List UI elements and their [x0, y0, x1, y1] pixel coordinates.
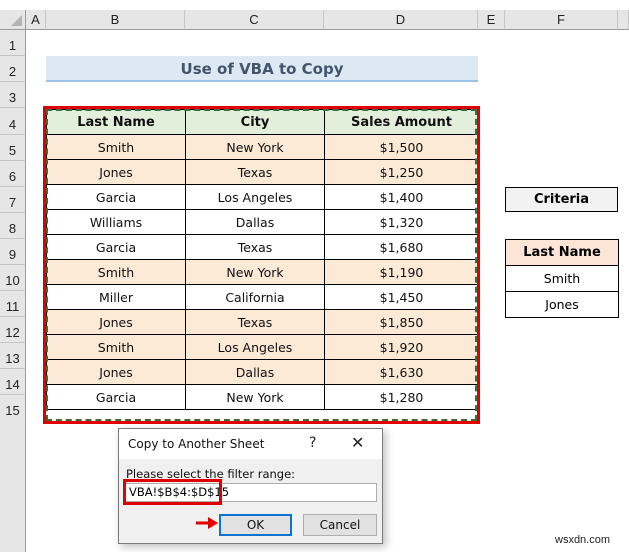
column-header-b[interactable]: B [46, 10, 185, 30]
row-header-filler [0, 420, 26, 552]
row-header-11[interactable]: 11 [0, 291, 26, 317]
cancel-button[interactable]: Cancel [303, 514, 377, 536]
row-header-15[interactable]: 15 [0, 395, 26, 421]
cell-city[interactable]: Los Angeles [185, 334, 325, 360]
table-row: Garcia New York $1,280 [46, 384, 479, 410]
column-header-c[interactable]: C [185, 10, 324, 30]
ok-button[interactable]: OK [219, 514, 292, 536]
cell-last-name[interactable]: Jones [46, 309, 186, 335]
cell-last-name[interactable]: Garcia [46, 234, 186, 260]
help-icon[interactable]: ? [309, 435, 316, 451]
sheet-title: Use of VBA to Copy [46, 56, 478, 82]
criteria-value[interactable]: Smith [505, 265, 619, 292]
header-sales-amount[interactable]: Sales Amount [324, 109, 479, 135]
row-header-1[interactable]: 1 [0, 30, 26, 56]
cell-sales-amount[interactable]: $1,630 [324, 359, 479, 385]
row-header-12[interactable]: 12 [0, 317, 26, 343]
table-row: Smith New York $1,500 [46, 134, 479, 160]
table-row: Jones Texas $1,850 [46, 309, 479, 335]
select-all-corner[interactable] [0, 10, 26, 30]
row-header-10[interactable]: 10 [0, 265, 26, 291]
row-header-3[interactable]: 3 [0, 82, 26, 108]
row-header-6[interactable]: 6 [0, 161, 26, 187]
cell-city[interactable]: Dallas [185, 359, 325, 385]
close-icon[interactable]: ✕ [351, 433, 364, 452]
row-header-8[interactable]: 8 [0, 213, 26, 239]
cell-last-name[interactable]: Smith [46, 134, 186, 160]
table-row: Williams Dallas $1,320 [46, 209, 479, 235]
cell-sales-amount[interactable]: $1,500 [324, 134, 479, 160]
filter-range-input[interactable]: VBA!$B$4:$D$15 [125, 483, 377, 502]
row-header-13[interactable]: 13 [0, 343, 26, 369]
cell-sales-amount[interactable]: $1,190 [324, 259, 479, 285]
cell-sales-amount[interactable]: $1,450 [324, 284, 479, 310]
criteria-header[interactable]: Last Name [505, 239, 619, 266]
table-row: Garcia Los Angeles $1,400 [46, 184, 479, 210]
table-row: Jones Dallas $1,630 [46, 359, 479, 385]
row-header-2[interactable]: 2 [0, 56, 26, 82]
criteria-value[interactable]: Jones [505, 291, 619, 318]
row-header-9[interactable]: 9 [0, 239, 26, 265]
cell-last-name[interactable]: Garcia [46, 384, 186, 410]
table-row: Garcia Texas $1,680 [46, 234, 479, 260]
row-header-14[interactable]: 14 [0, 369, 26, 395]
column-header-f[interactable]: F [505, 10, 618, 30]
column-header-d[interactable]: D [324, 10, 478, 30]
row-header-4[interactable]: 4 [0, 108, 26, 135]
cell-last-name[interactable]: Smith [46, 334, 186, 360]
header-city[interactable]: City [185, 109, 325, 135]
cell-last-name[interactable]: Miller [46, 284, 186, 310]
table-row: Smith Los Angeles $1,920 [46, 334, 479, 360]
column-header-a[interactable]: A [26, 10, 46, 30]
cell-city[interactable]: New York [185, 134, 325, 160]
cell-city[interactable]: Texas [185, 159, 325, 185]
sales-table: Last Name City Sales Amount Smith New Yor… [46, 109, 479, 410]
table-row: Smith New York $1,190 [46, 259, 479, 285]
header-last-name[interactable]: Last Name [46, 109, 186, 135]
cell-sales-amount[interactable]: $1,400 [324, 184, 479, 210]
cell-city[interactable]: New York [185, 259, 325, 285]
copy-to-another-sheet-dialog: Copy to Another Sheet ? ✕ Please select … [118, 428, 383, 544]
cell-sales-amount[interactable]: $1,280 [324, 384, 479, 410]
cell-sales-amount[interactable]: $1,320 [324, 209, 479, 235]
cell-last-name[interactable]: Williams [46, 209, 186, 235]
column-header-e[interactable]: E [478, 10, 505, 30]
cell-sales-amount[interactable]: $1,850 [324, 309, 479, 335]
criteria-table: Last Name Smith Jones [505, 239, 619, 318]
cell-city[interactable]: New York [185, 384, 325, 410]
cell-sales-amount[interactable]: $1,680 [324, 234, 479, 260]
cell-city[interactable]: Texas [185, 234, 325, 260]
cell-sales-amount[interactable]: $1,920 [324, 334, 479, 360]
filter-range-label: Please select the filter range: [126, 467, 296, 481]
arrow-pointer-icon [196, 517, 218, 529]
cell-city[interactable]: California [185, 284, 325, 310]
column-header-g[interactable] [618, 10, 629, 30]
cell-city[interactable]: Dallas [185, 209, 325, 235]
cell-last-name[interactable]: Smith [46, 259, 186, 285]
cell-last-name[interactable]: Jones [46, 359, 186, 385]
cell-sales-amount[interactable]: $1,250 [324, 159, 479, 185]
cell-city[interactable]: Los Angeles [185, 184, 325, 210]
criteria-label-cell[interactable]: Criteria [505, 187, 618, 212]
row-header-5[interactable]: 5 [0, 135, 26, 161]
cell-city[interactable]: Texas [185, 309, 325, 335]
watermark: wsxdn.com [555, 534, 611, 546]
row-header-7[interactable]: 7 [0, 187, 26, 213]
dialog-title: Copy to Another Sheet [128, 437, 265, 451]
table-row: Miller California $1,450 [46, 284, 479, 310]
table-header-row: Last Name City Sales Amount [46, 109, 479, 135]
table-row: Jones Texas $1,250 [46, 159, 479, 185]
cell-last-name[interactable]: Jones [46, 159, 186, 185]
cell-last-name[interactable]: Garcia [46, 184, 186, 210]
